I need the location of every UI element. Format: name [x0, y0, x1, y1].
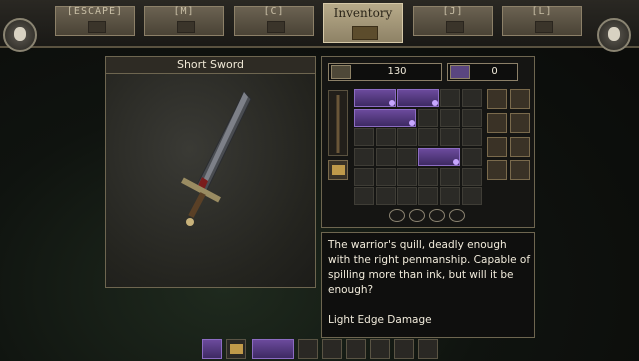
gold-counter: 130: [328, 63, 442, 81]
item-description-panel: The warrior's quill, deadly enough with …: [321, 232, 535, 338]
tab-lore[interactable]: [L]: [502, 6, 582, 36]
gem-value: 0: [491, 66, 498, 77]
inventory-slot[interactable]: [440, 168, 460, 186]
ring-slot[interactable]: [449, 209, 465, 222]
accessory-slot[interactable]: [510, 113, 530, 133]
journal-icon: [446, 21, 464, 33]
lore-icon: [535, 21, 553, 33]
gem-counter: 0: [447, 63, 518, 81]
hotbar-slot[interactable]: [370, 339, 390, 359]
skull-icon: [14, 27, 26, 41]
tab-key-label: [M]: [173, 6, 195, 17]
book-icon: [332, 165, 345, 175]
inventory-slot[interactable]: [462, 109, 482, 127]
character-icon: [267, 21, 285, 33]
hotbar-slot[interactable]: [252, 339, 294, 359]
inventory-slot[interactable]: [462, 148, 482, 166]
inventory-slot[interactable]: [418, 168, 438, 186]
item-slot[interactable]: [418, 148, 460, 166]
inventory-slot[interactable]: [462, 89, 482, 107]
item-slot[interactable]: [397, 89, 439, 107]
tab-map[interactable]: [M]: [144, 6, 224, 36]
inventory-slot[interactable]: [376, 187, 396, 205]
item-description: The warrior's quill, deadly enough with …: [328, 239, 531, 296]
tab-inventory[interactable]: Inventory: [323, 3, 403, 43]
rarity-gem-icon: [409, 120, 415, 126]
inventory-slot[interactable]: [354, 128, 374, 146]
hotbar-slot[interactable]: [202, 339, 222, 359]
inventory-slot[interactable]: [376, 168, 396, 186]
accessory-slot[interactable]: [510, 89, 530, 109]
menu-icon: [88, 21, 106, 33]
tab-character[interactable]: [C]: [234, 6, 314, 36]
inventory-slot[interactable]: [440, 109, 460, 127]
inventory-slot[interactable]: [462, 187, 482, 205]
short-sword-image: [181, 91, 252, 226]
inventory-slot[interactable]: [376, 148, 396, 166]
skull-icon: [608, 27, 620, 41]
quick-item-hotbar: [200, 339, 440, 361]
hotbar-slot[interactable]: [346, 339, 366, 359]
rarity-gem-icon: [389, 100, 395, 106]
gem-icon: [450, 65, 470, 79]
inventory-slot[interactable]: [418, 187, 438, 205]
accessory-slot[interactable]: [510, 160, 530, 180]
hotbar-slot[interactable]: [322, 339, 342, 359]
gold-value: 130: [387, 66, 407, 77]
accessory-slot[interactable]: [487, 113, 507, 133]
rarity-gem-icon: [432, 100, 438, 106]
item-title: Short Sword: [106, 57, 315, 74]
inventory-slot[interactable]: [418, 128, 438, 146]
tab-journal[interactable]: [J]: [413, 6, 493, 36]
inventory-slot[interactable]: [354, 168, 374, 186]
tab-title: Inventory: [333, 6, 393, 20]
ring-slot[interactable]: [429, 209, 445, 222]
ring-slot[interactable]: [409, 209, 425, 222]
tab-escape-menu[interactable]: [ESCAPE]: [55, 6, 135, 36]
tab-key-label: [ESCAPE]: [66, 6, 124, 17]
inventory-slot[interactable]: [440, 128, 460, 146]
tab-key-label: [L]: [531, 6, 553, 17]
inventory-slot[interactable]: [440, 187, 460, 205]
game-background: [0, 0, 639, 361]
tab-key-label: [J]: [442, 6, 464, 17]
inventory-slot[interactable]: [397, 187, 417, 205]
inventory-slot[interactable]: [418, 109, 438, 127]
inventory-slot[interactable]: [397, 128, 417, 146]
item-slot[interactable]: [354, 89, 396, 107]
accessory-slot[interactable]: [510, 137, 530, 157]
rarity-gem-icon: [453, 159, 459, 165]
hotbar-slot[interactable]: [418, 339, 438, 359]
map-icon: [177, 21, 195, 33]
inventory-slot[interactable]: [397, 148, 417, 166]
hotbar-slot[interactable]: [226, 339, 246, 359]
skull-medallion-right[interactable]: [597, 18, 631, 52]
item-slot[interactable]: [354, 109, 416, 127]
inventory-slot[interactable]: [376, 128, 396, 146]
staff-icon: [336, 95, 340, 153]
coin-icon: [331, 65, 351, 79]
book-equip-slot[interactable]: [328, 160, 348, 180]
tab-key-label: [C]: [263, 6, 285, 17]
inventory-slot[interactable]: [462, 128, 482, 146]
item-preview-panel: Short Sword: [105, 56, 316, 288]
accessory-slot[interactable]: [487, 89, 507, 109]
hotbar-slot[interactable]: [394, 339, 414, 359]
item-damage-type: Light Edge Damage: [328, 314, 432, 326]
inventory-icon: [352, 26, 378, 40]
accessory-slot[interactable]: [487, 160, 507, 180]
accessory-slot[interactable]: [487, 137, 507, 157]
ring-slot[interactable]: [389, 209, 405, 222]
skull-medallion-left[interactable]: [3, 18, 37, 52]
hotbar-slot[interactable]: [298, 339, 318, 359]
inventory-slot[interactable]: [462, 168, 482, 186]
inventory-slot[interactable]: [354, 148, 374, 166]
top-navigation-bar: [ESCAPE] [M] [C] Inventory [J] [L]: [0, 0, 639, 48]
inventory-slot[interactable]: [354, 187, 374, 205]
book-icon: [230, 344, 243, 354]
inventory-slot[interactable]: [397, 168, 417, 186]
weapon-equip-slot[interactable]: [328, 90, 348, 156]
item-slot[interactable]: [440, 89, 460, 107]
